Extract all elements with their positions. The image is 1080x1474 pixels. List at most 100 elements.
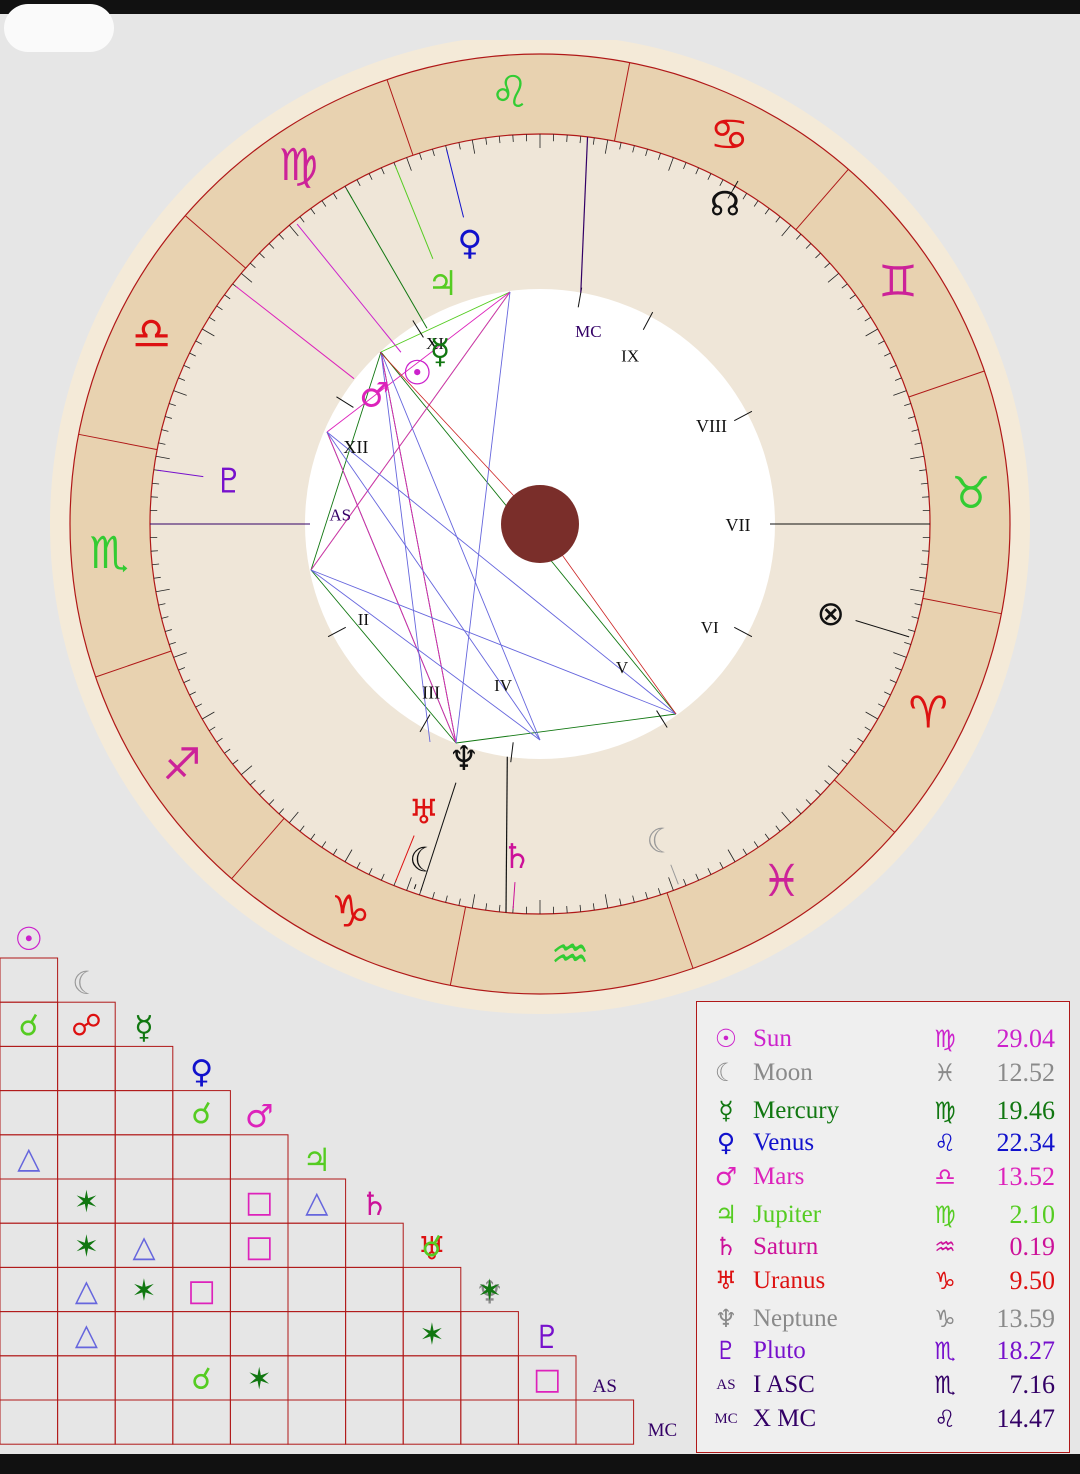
aspect-cell <box>57 1399 116 1445</box>
aspect-cell <box>114 1134 174 1180</box>
house-label-iii: III <box>422 683 440 703</box>
aspect-symbol: □ <box>187 1274 215 1309</box>
aspect-cell <box>517 1399 577 1445</box>
node-icon: ☊ <box>710 185 740 225</box>
legend-row: ♄ Saturn ♒ 0.19 <box>697 1230 1069 1264</box>
grid-header: AS <box>593 1376 617 1397</box>
aspect-cell <box>575 1399 635 1445</box>
midheaven-label: MC <box>714 1411 738 1427</box>
aspect-symbol: △ <box>75 1274 98 1309</box>
legend-degree: 22.34 <box>996 1128 1056 1157</box>
scorpio-icon: ♏ <box>934 1371 956 1399</box>
aspect-symbol: ✶ <box>419 1318 444 1353</box>
aspect-symbol: ✶ <box>477 1274 502 1309</box>
uranus-icon: ♅ <box>409 792 439 832</box>
aspect-cell <box>229 1399 289 1445</box>
legend-degree: 7.16 <box>1009 1370 1056 1399</box>
aspect-cell <box>172 1311 231 1357</box>
venus-icon: ♀ <box>457 224 482 264</box>
aspect-cell <box>229 1266 289 1313</box>
scorpio-icon: ♏ <box>89 528 128 579</box>
moon-icon: ☾ <box>646 821 676 861</box>
aspect-cell <box>287 1399 347 1445</box>
legend-degree: 14.47 <box>996 1404 1056 1433</box>
aspect-symbol: □ <box>245 1185 273 1220</box>
aquarius-icon: ♒ <box>934 1233 956 1261</box>
aspect-symbol: ☌ <box>19 1008 39 1043</box>
aspect-cell <box>0 1399 59 1445</box>
aspect-symbol: ✶ <box>74 1229 99 1264</box>
aspect-cell <box>345 1266 404 1313</box>
legend-row: ♃ Jupiter ♍ 2.10 <box>697 1198 1069 1232</box>
legend-name: Neptune <box>753 1305 838 1332</box>
legend-row: AS I ASC ♏ 7.16 <box>697 1368 1069 1402</box>
aspect-cell <box>114 1355 174 1401</box>
legend-name: Uranus <box>753 1267 826 1294</box>
legend-name: Moon <box>753 1059 813 1086</box>
aspect-symbol: ☍ <box>71 1008 101 1043</box>
aspect-symbol: □ <box>533 1362 561 1397</box>
aspect-symbol: ☌ <box>192 1097 212 1132</box>
aspect-cell <box>229 1134 289 1180</box>
aspect-cell <box>0 1178 59 1224</box>
house-label-ii: II <box>358 610 370 629</box>
aspect-cell <box>114 1090 174 1136</box>
legend-name: Pluto <box>753 1337 806 1364</box>
aspect-cell <box>0 1222 59 1268</box>
house-label-as: AS <box>329 506 351 525</box>
aspect-cell <box>172 1178 231 1224</box>
grid-header: ♇ <box>533 1318 562 1356</box>
house-label-vi: VI <box>701 618 719 637</box>
aspect-cell <box>460 1399 519 1445</box>
aspect-cell <box>0 1045 59 1092</box>
house-label-xii: XII <box>343 437 368 457</box>
legend-degree: 29.04 <box>996 1024 1056 1053</box>
house-label-viii: VIII <box>696 416 727 436</box>
capricorn-icon: ♑ <box>934 1267 956 1295</box>
legend-degree: 9.50 <box>1009 1266 1056 1295</box>
aspect-cell <box>345 1311 404 1357</box>
aspect-cell <box>114 1045 174 1092</box>
grid-header: ☿ <box>134 1008 154 1046</box>
aspect-cell <box>57 1134 116 1180</box>
pluto-icon: ♇ <box>214 461 244 501</box>
legend-row: ☾ Moon ♓ 12.52 <box>697 1056 1069 1090</box>
bottom-bar <box>0 1454 1080 1474</box>
grid-header: ♃ <box>302 1141 331 1179</box>
sagittarius-icon: ♐ <box>162 740 201 791</box>
aspect-cell <box>229 1311 289 1357</box>
aspect-cell <box>460 1355 519 1401</box>
aspect-symbol: ✶ <box>131 1274 156 1309</box>
aspect-cell <box>114 1311 174 1357</box>
mars-icon: ♂ <box>359 376 389 416</box>
grid-header: ☉ <box>14 920 43 958</box>
moon-icon: ☾ <box>714 1058 738 1087</box>
aspect-cell <box>345 1222 404 1268</box>
virgo-icon: ♍ <box>934 1025 956 1053</box>
cancer-icon: ♋ <box>710 110 749 161</box>
libra-icon: ♎ <box>934 1163 956 1191</box>
legend-degree: 0.19 <box>1009 1232 1056 1261</box>
aspect-cell <box>0 1311 59 1357</box>
aspect-cell <box>0 1266 59 1313</box>
planet-positions-table: ☉ Sun ♍ 29.04 ☾ Moon ♓ 12.52 ☿ Mercury ♍ 19.46 ♀ Venu… <box>696 1001 1070 1453</box>
legend-row: ♅ Uranus ♑ 9.50 <box>697 1264 1069 1298</box>
aspect-symbol: △ <box>132 1229 155 1264</box>
aspect-cell <box>172 1399 231 1445</box>
aspect-cell <box>57 1355 116 1401</box>
virgo-icon: ♍ <box>934 1201 956 1229</box>
legend-row: ♇ Pluto ♏ 18.27 <box>697 1334 1069 1368</box>
sun-icon: ☉ <box>714 1024 738 1053</box>
legend-name: Venus <box>753 1129 815 1156</box>
legend-degree: 18.27 <box>996 1336 1056 1365</box>
legend-row: ☉ Sun ♍ 29.04 <box>697 1022 1069 1056</box>
aspect-cell <box>57 1045 116 1092</box>
uranus-icon: ♅ <box>714 1266 738 1295</box>
house-label-v: V <box>616 658 629 677</box>
grid-header: ♂ <box>245 1097 274 1135</box>
legend-degree: 12.52 <box>996 1058 1056 1087</box>
aspect-cell <box>402 1355 462 1401</box>
mercury-icon: ☿ <box>718 1096 734 1125</box>
mercury-icon: ☿ <box>430 332 451 372</box>
aries-icon: ♈ <box>909 687 948 738</box>
